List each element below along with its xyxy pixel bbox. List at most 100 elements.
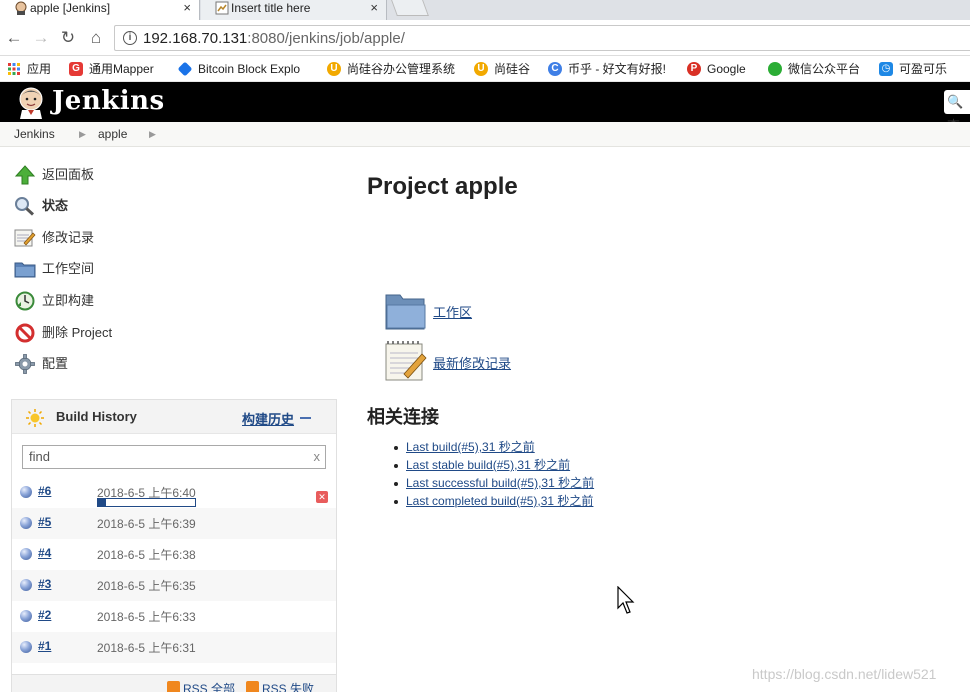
- tab-close-icon[interactable]: ×: [370, 0, 378, 16]
- tab-title: apple [Jenkins]: [30, 1, 111, 15]
- task-changes[interactable]: 修改记录: [14, 227, 94, 249]
- page-title: Project apple: [367, 173, 518, 200]
- build-status-ball-icon: [20, 486, 32, 498]
- bookmark-google[interactable]: P Google: [687, 60, 746, 78]
- tab-close-icon[interactable]: ×: [183, 0, 191, 16]
- workspace-link[interactable]: 工作区: [433, 302, 472, 321]
- address-bar[interactable]: i 192.168.70.131:8080/jenkins/job/apple/: [114, 25, 970, 51]
- clock-build-icon: [15, 291, 35, 311]
- task-delete-project[interactable]: 删除 Project: [14, 322, 112, 344]
- jenkins-butler-logo-icon[interactable]: [14, 85, 48, 119]
- list-item[interactable]: Last build(#5),31 秒之前: [392, 439, 594, 457]
- diamond-icon: [177, 61, 193, 77]
- breadcrumb-separator-icon[interactable]: ▶: [79, 122, 86, 146]
- build-status-ball-icon: [20, 548, 32, 560]
- list-item[interactable]: Last completed build(#5),31 秒之前: [392, 493, 594, 511]
- build-trend-link[interactable]: 构建历史: [242, 409, 294, 428]
- clear-search-icon[interactable]: x: [314, 446, 321, 468]
- tab-title: Insert title here: [231, 1, 311, 15]
- bookmark-office[interactable]: U 尚硅谷办公管理系统: [327, 60, 455, 78]
- build-history-header: Build History 构建历史: [12, 400, 336, 434]
- jenkins-header: Jenkins 🔍查: [0, 82, 970, 133]
- build-number-link[interactable]: #2: [38, 608, 51, 622]
- permalink-last-completed[interactable]: Last completed build(#5),31 秒之前: [406, 494, 593, 508]
- rss-icon: [167, 681, 180, 692]
- collapse-icon[interactable]: [300, 417, 311, 419]
- p-icon: P: [687, 62, 701, 76]
- rss-icon: [246, 681, 259, 692]
- build-number-link[interactable]: #5: [38, 515, 51, 529]
- back-arrow-icon[interactable]: ←: [4, 28, 24, 48]
- build-row: #4 2018-6-5 上午6:38: [12, 539, 336, 570]
- rss-all-link[interactable]: RSS 全部: [167, 680, 235, 692]
- jenkins-favicon-icon: [15, 1, 27, 15]
- build-status-ball-icon: [20, 610, 32, 622]
- build-progress-fill: [98, 499, 106, 506]
- list-item[interactable]: Last stable build(#5),31 秒之前: [392, 457, 594, 475]
- notepad-icon: [14, 229, 36, 247]
- task-build-now[interactable]: 立即构建: [14, 290, 94, 312]
- build-number-link[interactable]: #4: [38, 546, 51, 560]
- breadcrumb-jenkins[interactable]: Jenkins: [14, 122, 55, 146]
- bookmark-bihu[interactable]: C 币乎 - 好文有好报!: [548, 60, 666, 78]
- build-row: #2 2018-6-5 上午6:33: [12, 601, 336, 632]
- breadcrumb-apple[interactable]: apple: [98, 122, 127, 146]
- task-status[interactable]: 状态: [14, 195, 68, 217]
- build-status-ball-icon: [20, 641, 32, 653]
- stop-build-icon[interactable]: ✕: [316, 491, 328, 503]
- task-back-to-dashboard[interactable]: 返回面板: [14, 164, 94, 186]
- jenkins-title[interactable]: Jenkins: [52, 86, 165, 116]
- notepad-icon: [385, 341, 427, 381]
- info-icon[interactable]: i: [123, 31, 137, 45]
- build-number-link[interactable]: #3: [38, 577, 51, 591]
- wechat-icon: [768, 62, 782, 76]
- reload-icon[interactable]: ↻: [58, 28, 78, 48]
- build-history-title: Build History: [56, 409, 137, 424]
- build-number-link[interactable]: #6: [38, 484, 51, 498]
- bookmark-atguigu[interactable]: U 尚硅谷: [474, 60, 530, 78]
- task-workspace[interactable]: 工作空间: [14, 258, 94, 280]
- forward-arrow-icon[interactable]: →: [31, 28, 51, 48]
- bookmark-wechat[interactable]: 微信公众平台: [768, 60, 860, 78]
- build-date: 2018-6-5 上午6:39: [97, 517, 196, 531]
- breadcrumb-separator-icon[interactable]: ▶: [149, 122, 156, 146]
- g-icon: G: [69, 62, 83, 76]
- permalinks-heading: 相关连接: [367, 407, 439, 427]
- permalink-last-successful[interactable]: Last successful build(#5),31 秒之前: [406, 476, 594, 490]
- bookmark-mapper[interactable]: G 通用Mapper: [69, 60, 154, 78]
- tab-insert-title[interactable]: Insert title here ×: [201, 0, 387, 20]
- build-number-link[interactable]: #1: [38, 639, 51, 653]
- bookmarks-bar: 应用 G 通用Mapper Bitcoin Block Explo U 尚硅谷办…: [0, 56, 970, 82]
- no-entry-icon: [15, 323, 35, 343]
- task-configure[interactable]: 配置: [14, 353, 68, 375]
- permalink-last-build[interactable]: Last build(#5),31 秒之前: [406, 440, 535, 454]
- new-tab-button[interactable]: [391, 0, 429, 16]
- home-icon[interactable]: ⌂: [86, 28, 106, 48]
- browser-tab-strip: apple [Jenkins] × Insert title here ×: [0, 0, 970, 20]
- magnifier-icon: [15, 197, 35, 216]
- jenkins-search-box[interactable]: 🔍查: [944, 90, 970, 133]
- bookmark-keying[interactable]: ◷ 可盈可乐: [879, 60, 947, 78]
- build-row: #6 2018-6-5 上午6:40 ✕: [12, 477, 336, 508]
- build-history-panel: Build History 构建历史 find x #6 2018-6-5 上午…: [11, 399, 337, 692]
- folder-icon: [385, 294, 426, 330]
- watermark: https://blog.csdn.net/lidew521: [752, 666, 937, 682]
- up-arrow-icon: [14, 165, 36, 185]
- browser-toolbar: ← → ↻ ⌂ i 192.168.70.131:8080/jenkins/jo…: [0, 20, 970, 56]
- folder-icon: [14, 262, 36, 278]
- build-search-input[interactable]: find x: [22, 445, 326, 469]
- bookmark-bitcoin[interactable]: Bitcoin Block Explo: [177, 60, 300, 78]
- c-icon: C: [548, 62, 562, 76]
- list-item[interactable]: Last successful build(#5),31 秒之前: [392, 475, 594, 493]
- gear-icon: [15, 354, 35, 374]
- tab-apple-jenkins[interactable]: apple [Jenkins] ×: [0, 0, 200, 20]
- page-favicon-icon: [215, 1, 229, 15]
- bookmark-apps[interactable]: 应用: [7, 60, 51, 78]
- rss-failed-link[interactable]: RSS 失败: [246, 680, 314, 692]
- permalink-last-stable[interactable]: Last stable build(#5),31 秒之前: [406, 458, 570, 472]
- recent-changes-link[interactable]: 最新修改记录: [433, 353, 511, 372]
- build-progress-bar[interactable]: [97, 498, 196, 507]
- url-text[interactable]: 192.168.70.131:8080/jenkins/job/apple/: [143, 30, 405, 47]
- build-history-footer: RSS 全部 RSS 失败: [12, 674, 336, 692]
- permalinks-list: Last build(#5),31 秒之前 Last stable build(…: [392, 439, 594, 511]
